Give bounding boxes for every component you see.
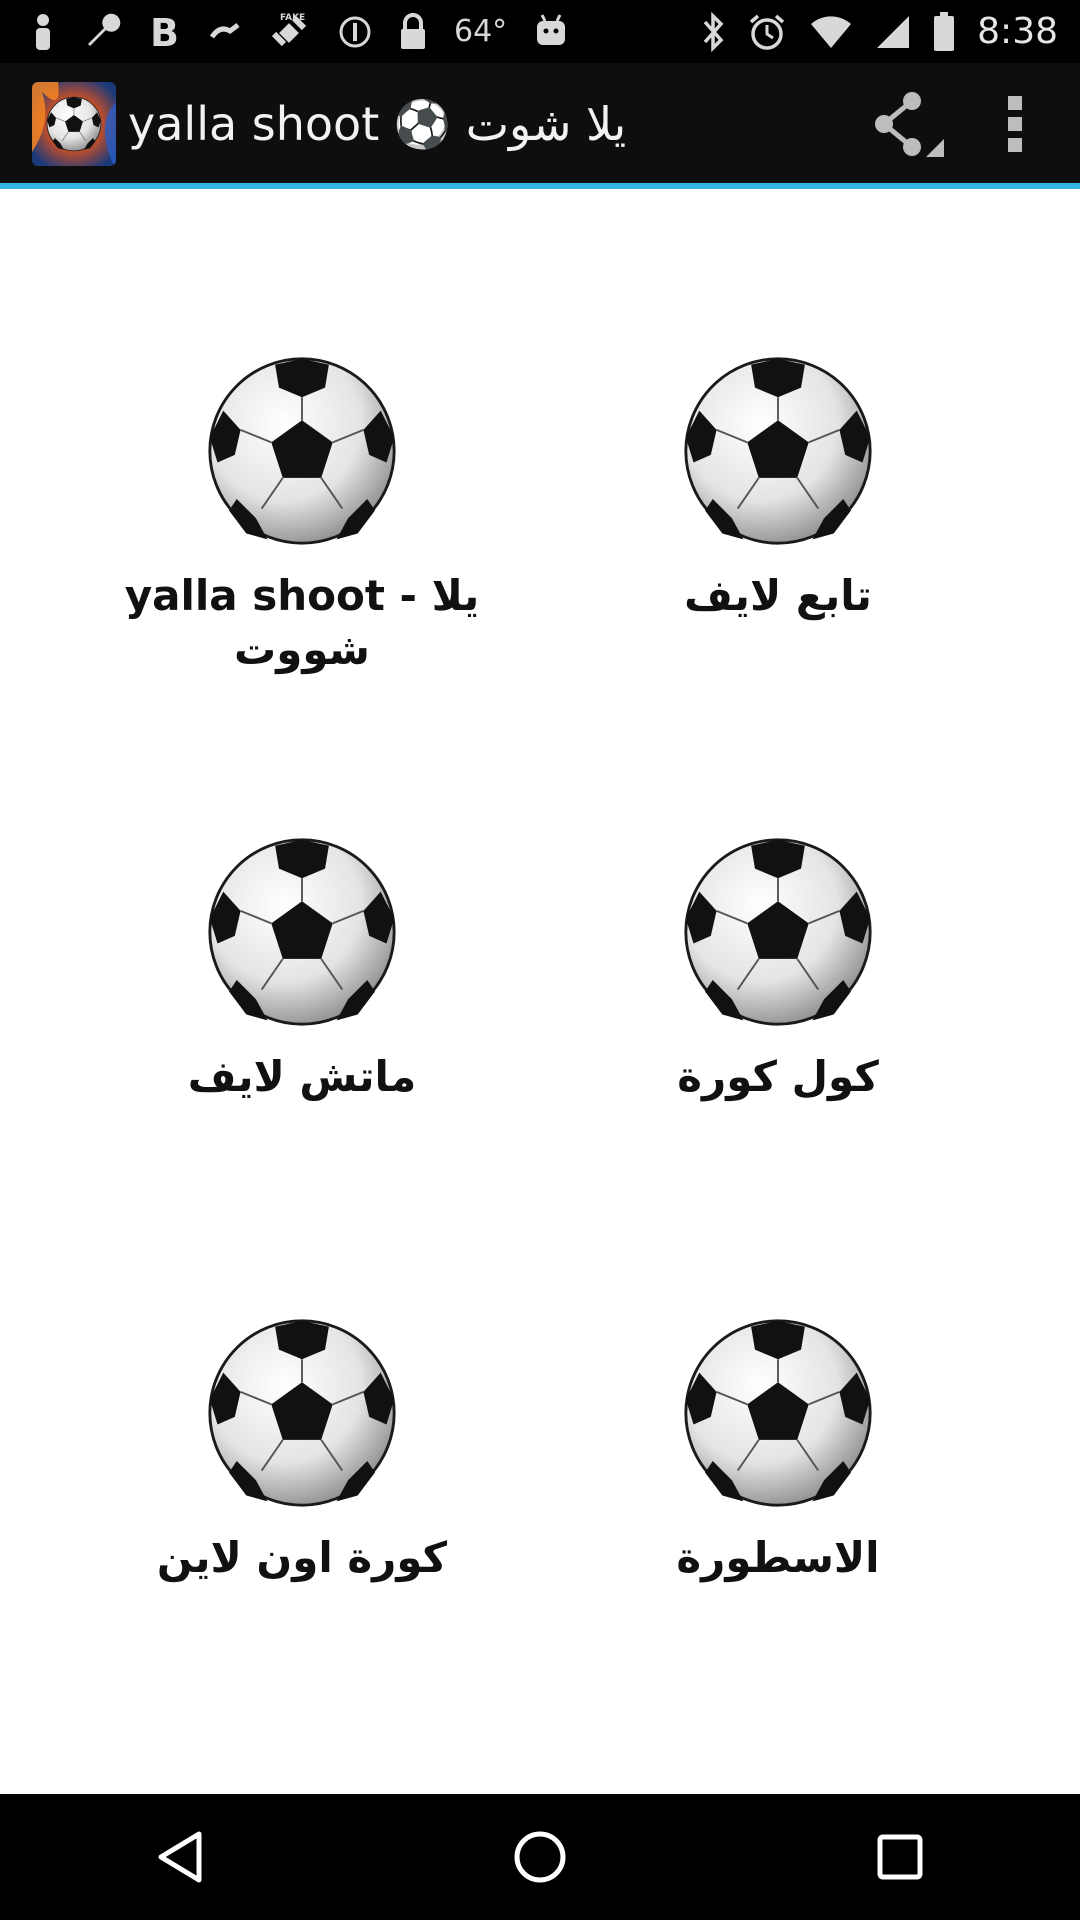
temperature-text: 64° bbox=[454, 14, 508, 49]
soccer-ball-icon bbox=[206, 355, 398, 547]
action-bar-accent-line bbox=[0, 183, 1080, 189]
navigation-bar bbox=[0, 1794, 1080, 1920]
grid-item-yalla-shoot[interactable]: yalla shoot - يلا شووت bbox=[82, 355, 522, 677]
bold-b-icon: B bbox=[148, 12, 182, 52]
back-icon bbox=[158, 1831, 202, 1883]
android-icon bbox=[533, 12, 569, 52]
action-bar: yalla shoot ⚽ يلا شوت bbox=[0, 63, 1080, 185]
alarm-icon bbox=[747, 12, 787, 52]
grid-item-label: ماتش لايف bbox=[187, 1052, 417, 1101]
soccer-ball-fire-logo-icon[interactable] bbox=[32, 82, 116, 166]
share-icon bbox=[875, 92, 944, 157]
grid-item-kool-kora[interactable]: كول كورة bbox=[558, 836, 998, 1104]
fake-gps-icon: FAKE bbox=[268, 12, 312, 52]
info-circle-icon bbox=[338, 12, 372, 52]
clock-time: 8:38 bbox=[977, 11, 1058, 52]
person-icon bbox=[30, 12, 56, 52]
soccer-ball-icon bbox=[682, 836, 874, 1028]
grid-item-label: كول كورة bbox=[677, 1052, 879, 1101]
grid-item-tabe-live[interactable]: تابع لايف bbox=[558, 355, 998, 623]
share-button[interactable] bbox=[846, 63, 966, 185]
soccer-ball-icon bbox=[682, 355, 874, 547]
home-icon bbox=[514, 1831, 566, 1883]
soccer-ball-icon bbox=[682, 1317, 874, 1509]
notification-icons: B FAKE 64° bbox=[0, 12, 569, 52]
status-bar: B FAKE 64° 8:38 bbox=[0, 0, 1080, 63]
grid-item-label: تابع لايف bbox=[684, 571, 872, 620]
grid-item-al-ostora[interactable]: الاسطورة bbox=[558, 1317, 998, 1585]
recents-icon bbox=[877, 1834, 923, 1880]
grid-item-label: yalla shoot - يلا شووت bbox=[124, 571, 480, 674]
home-button[interactable] bbox=[460, 1794, 620, 1920]
overflow-menu-button[interactable] bbox=[966, 63, 1066, 185]
grid-item-match-live[interactable]: ماتش لايف bbox=[82, 836, 522, 1104]
recents-button[interactable] bbox=[820, 1794, 980, 1920]
bluetooth-icon bbox=[701, 11, 725, 52]
wifi-icon bbox=[809, 12, 853, 52]
grid-item-label: كورة اون لاين bbox=[156, 1533, 448, 1582]
back-button[interactable] bbox=[100, 1794, 260, 1920]
signal-icon bbox=[875, 12, 911, 52]
svg-text:B: B bbox=[150, 12, 179, 52]
system-icons: 8:38 bbox=[701, 11, 1080, 52]
lock-icon bbox=[398, 12, 428, 52]
wrench-icon bbox=[82, 12, 122, 52]
battery-icon bbox=[933, 11, 955, 52]
grid-item-kora-online[interactable]: كورة اون لاين bbox=[82, 1317, 522, 1585]
soccer-ball-icon bbox=[206, 836, 398, 1028]
more-vert-icon bbox=[1008, 96, 1022, 152]
soccer-ball-icon bbox=[206, 1317, 398, 1509]
grid-item-label: الاسطورة bbox=[676, 1533, 880, 1582]
app-title: yalla shoot ⚽ يلا شوت bbox=[128, 96, 627, 151]
fake-label: FAKE bbox=[280, 13, 305, 23]
swipe-icon bbox=[208, 12, 242, 52]
